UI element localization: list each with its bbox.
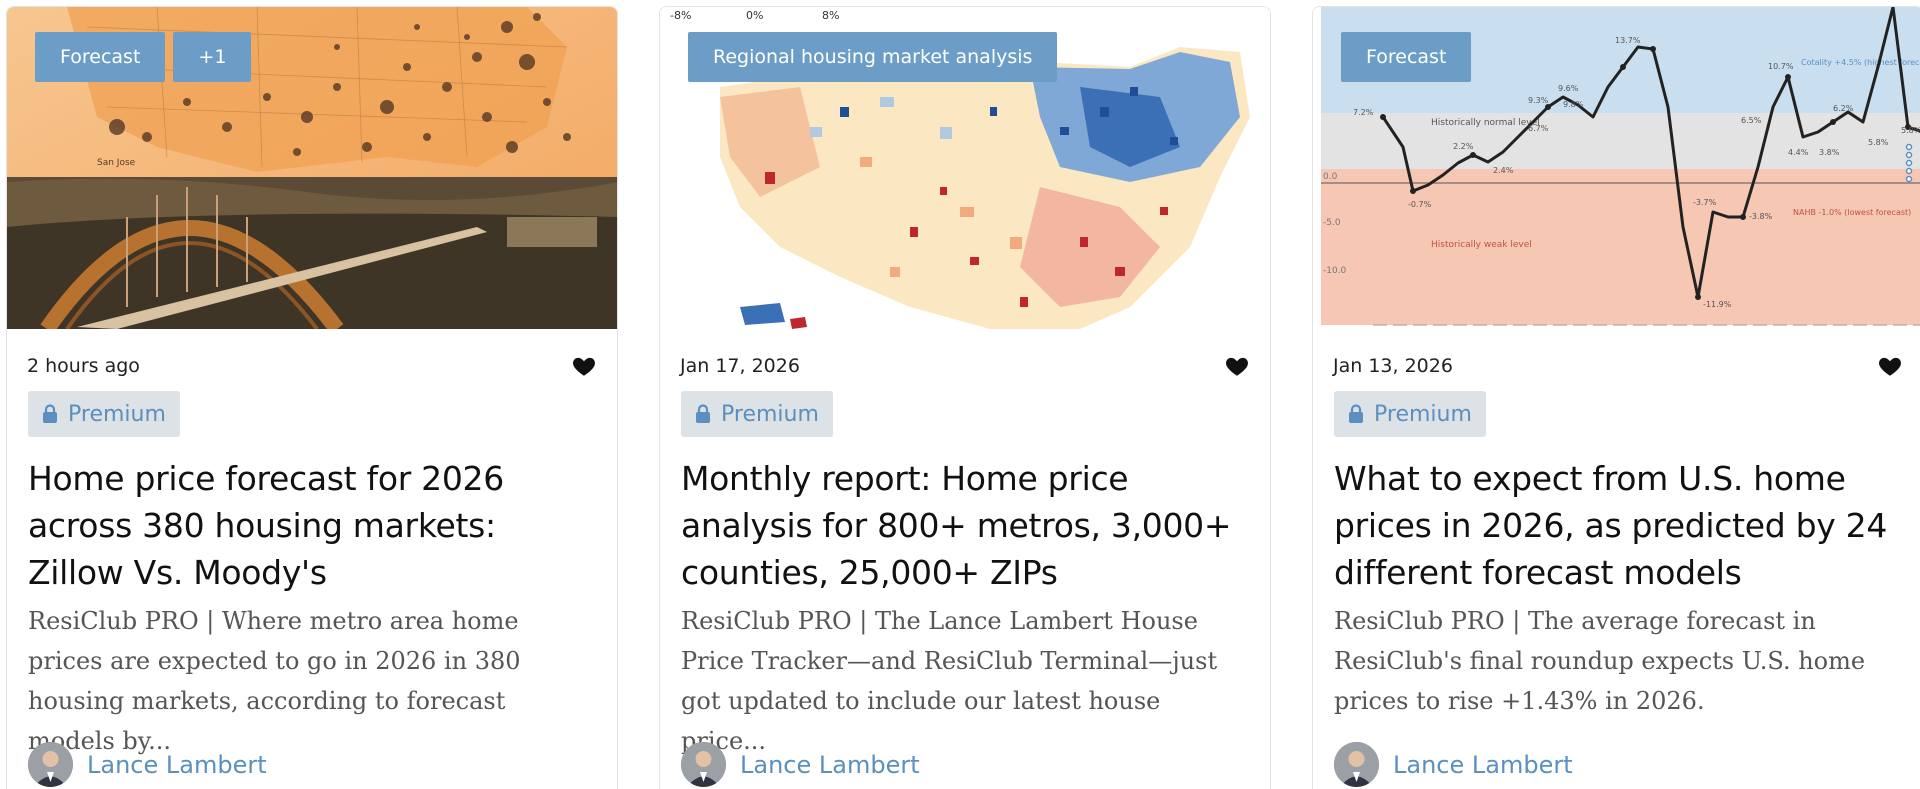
tag-list: Forecast +1 (35, 32, 252, 82)
article-title[interactable]: Home price forecast for 2026 across 380 … (28, 455, 597, 596)
lock-icon (1349, 404, 1363, 423)
svg-text:9.6%: 9.6% (1558, 84, 1579, 93)
svg-text:-0.7%: -0.7% (1408, 200, 1432, 209)
premium-badge: Premium (28, 391, 180, 437)
article-meta: Jan 13, 2026 (1333, 351, 1903, 381)
article-thumbnait[interactable]: 0.0 -5.0 -10.0 Historically normal level… (1313, 7, 1920, 329)
tag-forecast[interactable]: Forecast (1341, 32, 1472, 82)
svg-text:10.7%: 10.7% (1768, 62, 1794, 71)
avatar[interactable] (681, 742, 726, 787)
heart-icon[interactable] (571, 353, 597, 379)
svg-text:Historically weak level: Historically weak level (1431, 240, 1532, 250)
svg-text:6.2%: 6.2% (1833, 104, 1854, 113)
premium-badge: Premium (1334, 391, 1486, 437)
svg-text:0%: 0% (746, 9, 763, 22)
svg-text:8%: 8% (822, 9, 839, 22)
article-thumbnail[interactable]: San Jose Forecast +1 (7, 7, 617, 329)
tag-more[interactable]: +1 (173, 32, 252, 82)
svg-text:NAHB -1.0% (lowest forecast): NAHB -1.0% (lowest forecast) (1793, 208, 1911, 217)
svg-text:-10.0: -10.0 (1323, 266, 1347, 276)
premium-label: Premium (68, 401, 166, 427)
heart-icon[interactable] (1224, 353, 1250, 379)
svg-text:4.4%: 4.4% (1788, 148, 1809, 157)
svg-text:-5.0: -5.0 (1323, 218, 1341, 228)
heart-icon[interactable] (1877, 353, 1903, 379)
lock-icon (696, 404, 710, 423)
article-thumbnail[interactable]: -8% 0% 8% Regional housing market analys… (660, 7, 1270, 329)
svg-text:-3.8%: -3.8% (1749, 212, 1773, 221)
author-name[interactable]: Lance Lambert (87, 751, 267, 779)
article-author[interactable]: Lance Lambert (1334, 742, 1573, 787)
article-card[interactable]: 0.0 -5.0 -10.0 Historically normal level… (1312, 6, 1920, 789)
svg-text:Historically normal level: Historically normal level (1431, 118, 1540, 128)
article-title[interactable]: What to expect from U.S. home prices in … (1334, 455, 1903, 596)
article-meta: 2 hours ago (27, 351, 597, 381)
tag-regional-analysis[interactable]: Regional housing market analysis (688, 32, 1058, 82)
article-author[interactable]: Lance Lambert (681, 742, 920, 787)
svg-text:6.5%: 6.5% (1741, 116, 1762, 125)
avatar[interactable] (28, 742, 73, 787)
svg-text:5.8%: 5.8% (1868, 138, 1889, 147)
svg-text:9.8%: 9.8% (1563, 100, 1584, 109)
premium-label: Premium (1374, 401, 1472, 427)
article-author[interactable]: Lance Lambert (28, 742, 267, 787)
author-name[interactable]: Lance Lambert (1393, 751, 1573, 779)
svg-text:2.2%: 2.2% (1453, 142, 1474, 151)
tag-forecast[interactable]: Forecast (35, 32, 166, 82)
svg-text:Cotality +4.5% (highest foreca: Cotality +4.5% (highest forecast) (1801, 58, 1920, 67)
article-title[interactable]: Monthly report: Home price analysis for … (681, 455, 1250, 596)
author-name[interactable]: Lance Lambert (740, 751, 920, 779)
tag-list: Regional housing market analysis (688, 32, 1058, 82)
article-excerpt: ResiClub PRO | The Lance Lambert House P… (681, 607, 1218, 755)
svg-text:-8%: -8% (670, 9, 691, 22)
article-excerpt: ResiClub PRO | The average forecast in R… (1334, 607, 1866, 715)
svg-text:5.8%: 5.8% (1901, 126, 1920, 135)
premium-label: Premium (721, 401, 819, 427)
article-excerpt: ResiClub PRO | Where metro area home pri… (28, 607, 521, 755)
svg-text:3.8%: 3.8% (1819, 148, 1840, 157)
svg-text:6.7%: 6.7% (1528, 124, 1549, 133)
article-meta: Jan 17, 2026 (680, 351, 1250, 381)
svg-text:0.0: 0.0 (1323, 172, 1338, 182)
svg-text:-3.7%: -3.7% (1693, 198, 1717, 207)
avatar[interactable] (1334, 742, 1379, 787)
tag-list: Forecast (1341, 32, 1472, 82)
svg-text:7.2%: 7.2% (1353, 108, 1374, 117)
svg-text:2.4%: 2.4% (1493, 166, 1514, 175)
svg-text:San Jose: San Jose (97, 158, 136, 168)
svg-text:-11.9%: -11.9% (1703, 300, 1732, 309)
article-date: 2 hours ago (27, 355, 140, 377)
article-card[interactable]: San Jose Forecast +1 2 hours ago Premium… (6, 6, 618, 789)
article-date: Jan 17, 2026 (680, 355, 800, 377)
article-card[interactable]: -8% 0% 8% Regional housing market analys… (659, 6, 1271, 789)
svg-text:13.7%: 13.7% (1615, 36, 1641, 45)
svg-text:9.3%: 9.3% (1528, 96, 1549, 105)
article-date: Jan 13, 2026 (1333, 355, 1453, 377)
lock-icon (43, 404, 57, 423)
premium-badge: Premium (681, 391, 833, 437)
